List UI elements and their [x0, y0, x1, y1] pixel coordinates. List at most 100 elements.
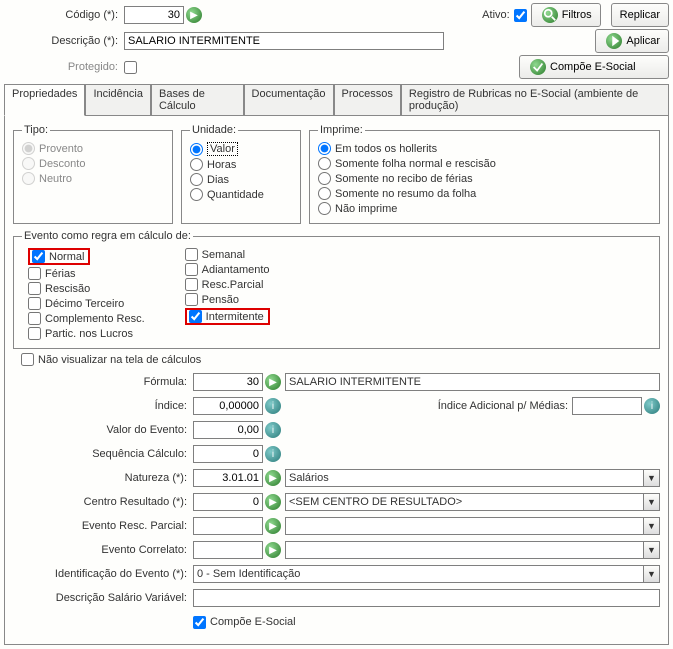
evento-resc-label: Evento Resc. Parcial:	[13, 520, 193, 532]
evento-correlato-label: Evento Correlato:	[13, 544, 193, 556]
unidade-horas[interactable]	[190, 158, 203, 171]
evento-resc-lookup-icon[interactable]: ▶	[265, 518, 281, 534]
sequencia-label: Sequência Cálculo:	[13, 448, 193, 460]
indice-label: Índice:	[13, 400, 193, 412]
desc-salario-label: Descrição Salário Variável:	[13, 592, 193, 604]
regra-pensao[interactable]	[185, 293, 198, 306]
protegido-checkbox[interactable]	[124, 61, 137, 74]
evento-resc-input[interactable]	[193, 517, 263, 535]
descricao-input[interactable]	[124, 32, 444, 50]
regra-ferias[interactable]	[28, 267, 41, 280]
nao-visualizar-label: Não visualizar na tela de cálculos	[38, 354, 201, 366]
identificacao-combo[interactable]: 0 - Sem Identificação ▼	[193, 565, 660, 583]
filtros-button[interactable]: Filtros	[531, 3, 601, 27]
tab-documentacao[interactable]: Documentação	[244, 84, 334, 115]
centro-lookup-icon[interactable]: ▶	[265, 494, 281, 510]
chevron-down-icon: ▼	[643, 470, 659, 486]
tipo-legend: Tipo:	[22, 124, 50, 136]
codigo-input[interactable]	[124, 6, 184, 24]
formula-input[interactable]	[193, 373, 263, 391]
regra-complemento[interactable]	[28, 312, 41, 325]
valor-evento-label: Valor do Evento:	[13, 424, 193, 436]
indice-adicional-input[interactable]	[572, 397, 642, 415]
replicar-button[interactable]: Replicar	[611, 3, 669, 27]
evento-regra-legend: Evento como regra em cálculo de:	[22, 230, 193, 242]
centro-input[interactable]	[193, 493, 263, 511]
indice-adicional-info-icon[interactable]: i	[644, 398, 660, 414]
codigo-label: Código (*):	[4, 9, 124, 21]
regra-intermitente[interactable]	[189, 310, 202, 323]
tipo-neutro	[22, 172, 35, 185]
evento-correlato-combo[interactable]: ▼	[285, 541, 660, 559]
imprime-normal[interactable]	[318, 157, 331, 170]
ativo-checkbox[interactable]	[514, 9, 527, 22]
regra-adiantamento[interactable]	[185, 263, 198, 276]
regra-resc-parcial[interactable]	[185, 278, 198, 291]
imprime-group: Imprime: Em todos os hollerits Somente f…	[309, 124, 660, 224]
natureza-label: Natureza (*):	[13, 472, 193, 484]
imprime-resumo[interactable]	[318, 187, 331, 200]
imprime-nao[interactable]	[318, 202, 331, 215]
sequencia-info-icon[interactable]: i	[265, 446, 281, 462]
valor-evento-info-icon[interactable]: i	[265, 422, 281, 438]
natureza-input[interactable]	[193, 469, 263, 487]
regra-normal[interactable]	[32, 250, 45, 263]
regra-rescisao[interactable]	[28, 282, 41, 295]
tab-strip: Propriedades Incidência Bases de Cálculo…	[4, 84, 669, 116]
evento-regra-group: Evento como regra em cálculo de: Normal …	[13, 230, 660, 349]
aplicar-label: Aplicar	[626, 35, 660, 47]
tipo-desconto	[22, 157, 35, 170]
valor-evento-input[interactable]	[193, 421, 263, 439]
tipo-provento	[22, 142, 35, 155]
ativo-label: Ativo:	[482, 9, 510, 21]
indice-input[interactable]	[193, 397, 263, 415]
indice-info-icon[interactable]: i	[265, 398, 281, 414]
natureza-combo[interactable]: Salários ▼	[285, 469, 660, 487]
regra-decimo[interactable]	[28, 297, 41, 310]
tipo-group: Tipo: Provento Desconto Neutro	[13, 124, 173, 224]
unidade-quantidade[interactable]	[190, 188, 203, 201]
centro-combo[interactable]: <SEM CENTRO DE RESULTADO> ▼	[285, 493, 660, 511]
chevron-down-icon: ▼	[643, 566, 659, 582]
unidade-legend: Unidade:	[190, 124, 238, 136]
regra-semanal[interactable]	[185, 248, 198, 261]
filtros-label: Filtros	[562, 9, 592, 21]
unidade-group: Unidade: Valor Horas Dias Quantidade	[181, 124, 301, 224]
compoe-esocial-label: Compõe E-Social	[550, 61, 636, 73]
unidade-dias[interactable]	[190, 173, 203, 186]
desc-salario-input[interactable]	[193, 589, 660, 607]
evento-resc-combo[interactable]: ▼	[285, 517, 660, 535]
check-icon	[530, 59, 546, 75]
tab-bases[interactable]: Bases de Cálculo	[151, 84, 244, 115]
codigo-lookup-icon[interactable]: ▶	[186, 7, 202, 23]
descricao-label: Descrição (*):	[4, 35, 124, 47]
evento-correlato-input[interactable]	[193, 541, 263, 559]
indice-adicional-label: Índice Adicional p/ Médias:	[438, 400, 568, 412]
apply-icon	[606, 33, 622, 49]
compoe-checkbox[interactable]	[193, 616, 206, 629]
imprime-ferias[interactable]	[318, 172, 331, 185]
unidade-valor[interactable]	[190, 143, 203, 156]
formula-label: Fórmula:	[13, 376, 193, 388]
formula-lookup-icon[interactable]: ▶	[265, 374, 281, 390]
chevron-down-icon: ▼	[643, 494, 659, 510]
regra-partic[interactable]	[28, 327, 41, 340]
formula-combo[interactable]: SALARIO INTERMITENTE	[285, 373, 660, 391]
imprime-todos[interactable]	[318, 142, 331, 155]
tab-processos[interactable]: Processos	[334, 84, 401, 115]
compoe-esocial-button[interactable]: Compõe E-Social	[519, 55, 669, 79]
tab-incidencia[interactable]: Incidência	[85, 84, 151, 115]
sequencia-input[interactable]	[193, 445, 263, 463]
identificacao-label: Identificação do Evento (*):	[13, 568, 193, 580]
evento-correlato-lookup-icon[interactable]: ▶	[265, 542, 281, 558]
nao-visualizar-checkbox[interactable]	[21, 353, 34, 366]
aplicar-button[interactable]: Aplicar	[595, 29, 669, 53]
tab-propriedades[interactable]: Propriedades	[4, 84, 85, 116]
chevron-down-icon: ▼	[643, 542, 659, 558]
centro-label: Centro Resultado (*):	[13, 496, 193, 508]
imprime-legend: Imprime:	[318, 124, 365, 136]
natureza-lookup-icon[interactable]: ▶	[265, 470, 281, 486]
filter-icon	[542, 7, 558, 23]
tab-rubricas[interactable]: Registro de Rubricas no E-Social (ambien…	[401, 84, 669, 115]
replicar-label: Replicar	[620, 9, 660, 21]
